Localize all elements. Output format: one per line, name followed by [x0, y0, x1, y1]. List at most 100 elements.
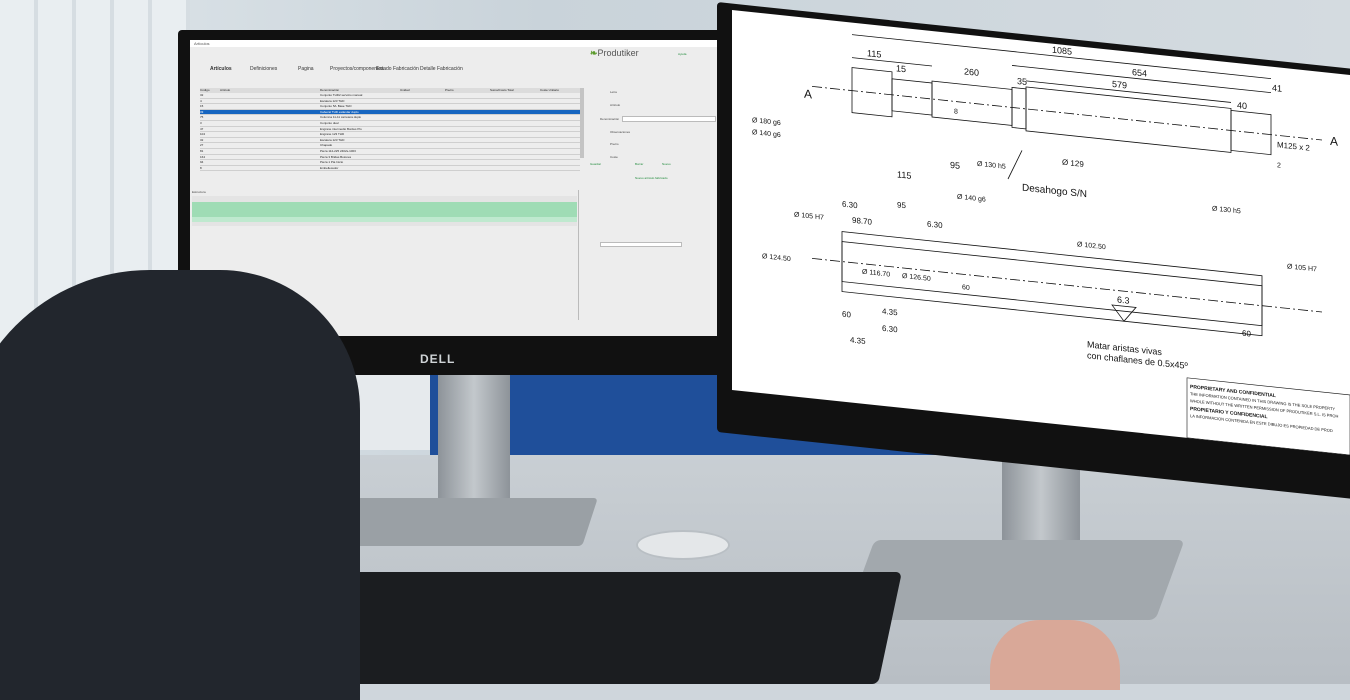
dim-d130-h5-right: Ø 130 h5: [1212, 205, 1241, 215]
row-code: 8: [200, 165, 202, 170]
row-code: 33: [200, 109, 204, 114]
dim-654: 654: [1132, 67, 1147, 79]
row-code: 3: [200, 120, 202, 125]
form-label-letra: Letra: [610, 90, 617, 94]
dim-15: 15: [896, 63, 906, 74]
dim-41: 41: [1272, 83, 1282, 94]
row-code: 164: [200, 154, 206, 159]
leaf-icon: ❧: [590, 48, 598, 58]
denominacion-input[interactable]: [622, 116, 716, 122]
form-label-denominacion: Denominación: [600, 117, 620, 121]
row-name: Conjunto THD2 servicio manual: [320, 93, 363, 97]
dim-6-30-c: 6.30: [882, 324, 898, 335]
new-link[interactable]: Nuevo: [662, 162, 671, 166]
dim-1085: 1085: [1052, 45, 1072, 57]
row-code: 32: [200, 93, 204, 97]
dim-2: 2: [1277, 162, 1281, 169]
col-article: Artículo: [220, 88, 231, 92]
relief-note: Desahogo S/N: [1022, 183, 1087, 201]
dim-60-right: 60: [1242, 329, 1251, 339]
row-name: Escalera 123 THD: [320, 137, 345, 142]
row-name: Columna 11-11 carretera duplo: [320, 115, 362, 120]
section-label-right: A: [1330, 134, 1338, 149]
dim-60-mid: 60: [962, 284, 970, 292]
col-unit: Unidad: [400, 88, 410, 92]
dim-d140: Ø 140 g6: [752, 129, 781, 139]
dim-6-30-a: 6.30: [842, 200, 858, 211]
dim-d130-h5: Ø 130 h5: [977, 161, 1006, 171]
menu-item-definiciones[interactable]: Definiciones: [250, 66, 277, 72]
row-code: 47: [200, 126, 204, 131]
centerline: [812, 86, 1322, 141]
row-code: 104: [200, 132, 206, 137]
table-scrollbar[interactable]: [580, 88, 584, 158]
cable-grommet: [636, 530, 730, 560]
row-name: Pieza 1 Pta Inicio: [320, 160, 344, 165]
dim-d126-50: Ø 126.50: [902, 273, 931, 283]
keyboard[interactable]: [288, 572, 902, 684]
monitor-left-logo: DELL: [420, 352, 456, 366]
col-name: Denominación: [320, 88, 340, 92]
articles-table: Código Artículo Denominación Unidad Precio Su…: [200, 88, 580, 172]
form-label-observaciones: Observaciones: [610, 130, 631, 134]
row-name: Cabezal THD estándar duplo: [320, 109, 359, 114]
row-name: Conjunto dual: [320, 120, 339, 125]
new-manufactured-link[interactable]: Nuevo artículo fabricado: [635, 176, 668, 180]
drawing-canvas: 1085 654 115 15 2 60 35 579 40 41 A A Ø 1…: [752, 34, 1350, 455]
dim-d140-g6: Ø 140 g6: [957, 194, 986, 204]
shaft-segment-1: [851, 67, 893, 118]
dim-115: 115: [867, 48, 881, 59]
col-unit-cost: Coste Unitario: [540, 88, 560, 92]
dim-579: 579: [1112, 79, 1127, 91]
logo-text: Produtiker: [597, 48, 639, 58]
col-code: Código: [200, 88, 210, 92]
structure-row[interactable]: [192, 217, 577, 222]
table-row[interactable]: 8 Embellecedor: [200, 166, 580, 172]
relief-leader: [1007, 150, 1023, 180]
person-silhouette: [0, 270, 360, 700]
technical-drawing: 1085 654 115 15 2 60 35 579 40 41 A A Ø 1…: [732, 10, 1350, 455]
menu-item-articulos[interactable]: Artículos: [210, 66, 232, 72]
row-code: 32: [200, 137, 204, 142]
monitor-base-left: [322, 498, 598, 546]
roughness-value: 6.3: [1117, 294, 1130, 305]
structure-input[interactable]: [600, 242, 682, 247]
row-name: Engrane intermedio Bordes Pts: [320, 126, 362, 131]
col-price: Precio: [445, 88, 454, 92]
row-code: 81: [200, 148, 204, 153]
row-name: Pieza 112-225 2402s-1003: [320, 148, 356, 153]
row-name: Embellecedor: [320, 165, 339, 170]
structure-grid: [192, 196, 577, 226]
row-name: Pieza 3 Bridas Botones: [320, 154, 352, 159]
menu-item-pagina[interactable]: Pagina: [298, 66, 314, 72]
section-label-left: A: [804, 87, 812, 102]
menu-item-detalle[interactable]: Detalle Fabricación: [420, 66, 463, 72]
app-titlebar: Artículos: [190, 40, 720, 47]
row-name: Engrane 123 THD: [320, 132, 345, 137]
dim-115-lower: 115: [897, 169, 911, 180]
dim-35: 35: [1017, 76, 1027, 87]
shaft-segment-3: [931, 80, 1013, 126]
help-link[interactable]: Ayuda: [678, 52, 686, 56]
delete-link[interactable]: Borrar: [635, 162, 643, 166]
table-rows: 32 Conjunto THD2 servicio manual 4 Escalera…: [200, 93, 580, 172]
dim-d102-50: Ø 102.50: [1077, 241, 1106, 251]
menu-item-estado[interactable]: Estado Fabricación: [376, 66, 419, 72]
save-link[interactable]: Guardar: [590, 162, 601, 166]
row-name: Escalera 123 THD: [320, 98, 345, 103]
dim-m125: M125 x 2: [1277, 140, 1310, 152]
dim-d105-h7-left: Ø 105 H7: [794, 212, 824, 222]
roughness-symbol: [1111, 304, 1137, 322]
form-label-precio: Precio: [610, 142, 619, 146]
divider: [578, 190, 579, 320]
hand-on-mouse: [990, 620, 1120, 690]
shaft-segment-5: [1025, 86, 1232, 153]
section-centerline: [812, 258, 1322, 313]
dim-95: 95: [950, 160, 960, 171]
form-label-articulo: Artículo: [610, 103, 621, 107]
row-code: 4: [200, 98, 202, 103]
form-label-coste: Coste: [610, 155, 618, 159]
dim-95-section: 95: [897, 200, 906, 210]
dim-40: 40: [1237, 100, 1247, 111]
produtiker-logo: ❧Produtiker: [590, 48, 639, 59]
